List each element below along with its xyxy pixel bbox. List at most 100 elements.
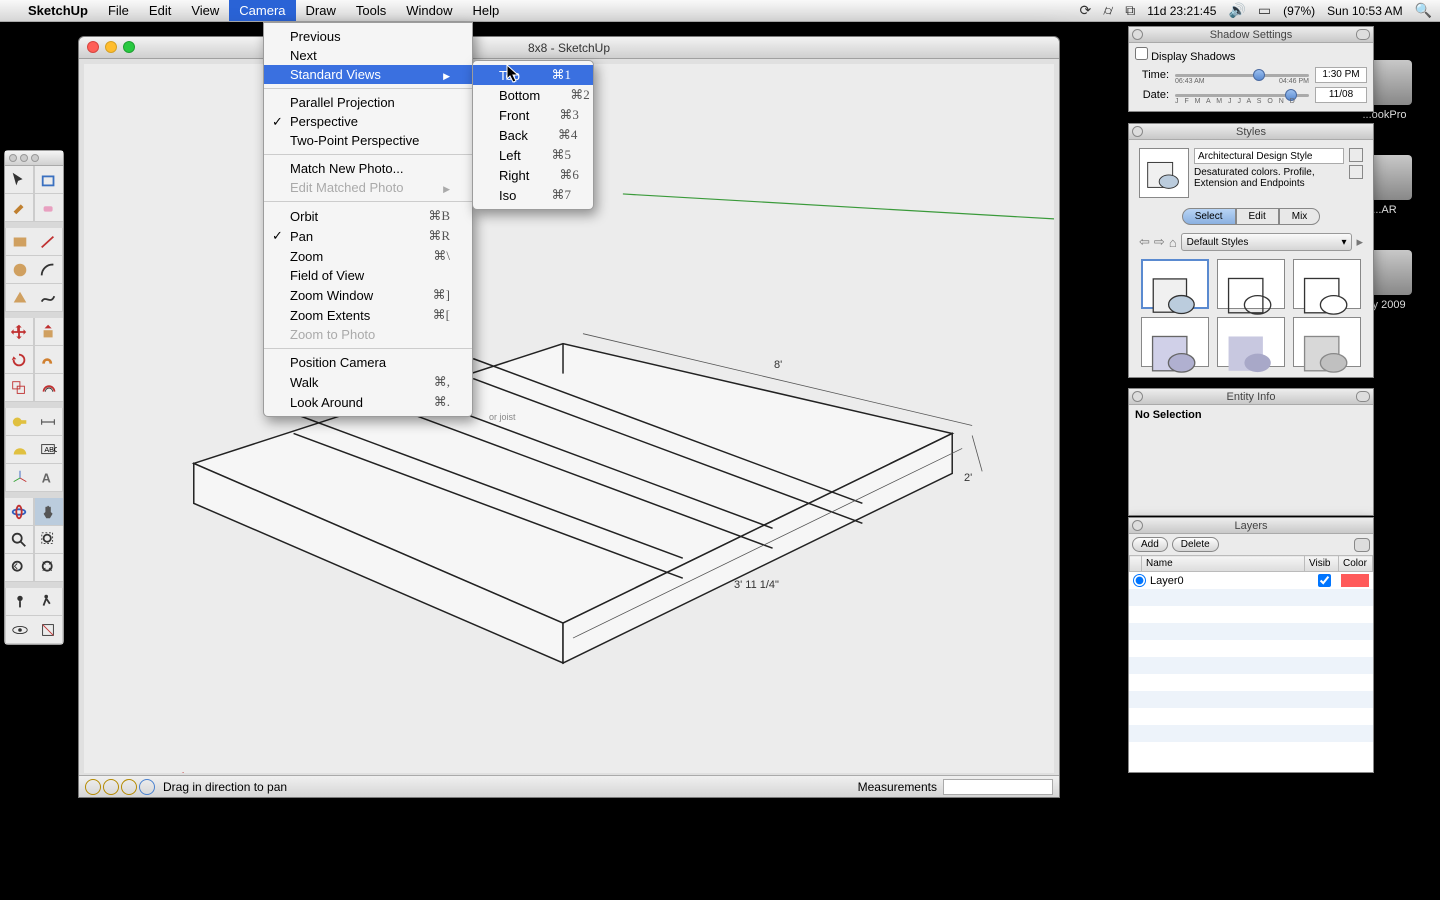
spotlight-icon[interactable]: 🔍: [1415, 2, 1432, 19]
position-camera-tool[interactable]: [5, 588, 34, 616]
offset-tool[interactable]: [34, 374, 63, 402]
pushpull-tool[interactable]: [34, 318, 63, 346]
line-tool[interactable]: [34, 228, 63, 256]
arc-tool[interactable]: [34, 256, 63, 284]
menu-item-zoom-extents[interactable]: Zoom Extents⌘[: [264, 305, 472, 325]
nav-fwd-icon[interactable]: ⇨: [1154, 234, 1165, 250]
submenu-item-iso[interactable]: Iso⌘7: [473, 185, 593, 205]
layer-visible-checkbox[interactable]: [1318, 574, 1331, 587]
select-tool[interactable]: [5, 166, 34, 194]
collapse-button[interactable]: [1132, 520, 1143, 531]
details-icon[interactable]: ▸: [1356, 234, 1363, 250]
orbit-tool[interactable]: [5, 498, 34, 526]
battery-icon[interactable]: ▭: [1258, 2, 1271, 19]
col-name[interactable]: Name: [1142, 556, 1305, 572]
menu-tools[interactable]: Tools: [346, 0, 396, 21]
tab-select[interactable]: Select: [1182, 208, 1236, 225]
3dtext-tool[interactable]: A: [34, 464, 63, 492]
protractor-tool[interactable]: [5, 436, 34, 464]
style-update-icon[interactable]: [1349, 165, 1363, 179]
collapse-button[interactable]: [1132, 391, 1143, 402]
freehand-tool[interactable]: [34, 284, 63, 312]
menu-item-parallel[interactable]: Parallel Projection: [264, 93, 472, 112]
dimension-tool[interactable]: [34, 408, 63, 436]
bluetooth-icon[interactable]: ⌭: [1103, 2, 1113, 19]
menu-item-match-photo[interactable]: Match New Photo...: [264, 159, 472, 178]
active-layer-radio[interactable]: [1133, 574, 1146, 587]
col-color[interactable]: Color: [1339, 556, 1373, 572]
layer-options-icon[interactable]: [1354, 538, 1370, 552]
collapse-button[interactable]: [1132, 29, 1143, 40]
zoom-window-tool[interactable]: [34, 526, 63, 554]
scale-tool[interactable]: [5, 374, 34, 402]
zoom-tool[interactable]: [5, 526, 34, 554]
shadow-settings-panel[interactable]: Shadow Settings Display Shadows Time: 06…: [1128, 26, 1374, 112]
eraser-tool[interactable]: [34, 194, 63, 222]
status-icon[interactable]: [85, 779, 101, 795]
delete-layer-button[interactable]: Delete: [1172, 537, 1219, 552]
style-thumb[interactable]: [1141, 259, 1209, 309]
app-name[interactable]: SketchUp: [18, 0, 98, 21]
rotate-tool[interactable]: [5, 346, 34, 374]
date-slider[interactable]: J F M A M J J A S O N D: [1175, 88, 1309, 102]
followme-tool[interactable]: [34, 346, 63, 374]
status-icon[interactable]: [103, 779, 119, 795]
menu-file[interactable]: File: [98, 0, 139, 21]
menu-help[interactable]: Help: [462, 0, 509, 21]
help-icon[interactable]: [139, 779, 155, 795]
measurements-input[interactable]: [943, 779, 1053, 795]
pan-tool[interactable]: [34, 498, 63, 526]
expand-toggle[interactable]: [1356, 391, 1370, 402]
menu-item-fov[interactable]: Field of View: [264, 266, 472, 285]
nav-back-icon[interactable]: ⇦: [1139, 234, 1150, 250]
style-name-input[interactable]: [1194, 148, 1344, 164]
walk-tool[interactable]: [34, 588, 63, 616]
menu-item-previous[interactable]: Previous: [264, 27, 472, 46]
style-thumb[interactable]: [1141, 317, 1209, 367]
tab-mix[interactable]: Mix: [1279, 208, 1321, 225]
tape-tool[interactable]: [5, 408, 34, 436]
layers-panel[interactable]: Layers Add Delete Name Visib Color Layer…: [1128, 517, 1374, 773]
menu-item-pan[interactable]: Pan⌘R: [264, 226, 472, 246]
move-tool[interactable]: [5, 318, 34, 346]
tool-palette[interactable]: ABC A: [4, 150, 64, 645]
paint-tool[interactable]: [5, 194, 34, 222]
menu-item-zoom-window[interactable]: Zoom Window⌘]: [264, 285, 472, 305]
sync-icon[interactable]: ⟳: [1080, 2, 1092, 19]
wifi-icon[interactable]: ⧉: [1125, 2, 1135, 19]
collapse-button[interactable]: [1132, 126, 1143, 137]
circle-tool[interactable]: [5, 256, 34, 284]
menu-item-position-camera[interactable]: Position Camera: [264, 353, 472, 372]
col-visible[interactable]: Visib: [1305, 556, 1339, 572]
section-tool[interactable]: [34, 616, 63, 644]
menu-view[interactable]: View: [181, 0, 229, 21]
display-shadows-checkbox[interactable]: [1135, 47, 1148, 60]
home-icon[interactable]: ⌂: [1169, 235, 1177, 250]
minimize-button[interactable]: [105, 41, 117, 53]
status-icon[interactable]: [121, 779, 137, 795]
axes-tool[interactable]: [5, 464, 34, 492]
submenu-item-bottom[interactable]: Bottom⌘2: [473, 85, 593, 105]
palette-titlebar[interactable]: [5, 151, 63, 166]
style-thumb[interactable]: [1293, 259, 1361, 309]
layer-color-swatch[interactable]: [1341, 574, 1369, 587]
menu-item-two-point[interactable]: Two-Point Perspective: [264, 131, 472, 150]
menu-camera[interactable]: Camera: [229, 0, 295, 21]
menu-window[interactable]: Window: [396, 0, 462, 21]
date-value[interactable]: 11/08: [1315, 87, 1367, 103]
collection-dropdown[interactable]: Default Styles▾: [1181, 233, 1353, 251]
layer-name[interactable]: Layer0: [1150, 575, 1308, 587]
style-thumb[interactable]: [1293, 317, 1361, 367]
component-tool[interactable]: [34, 166, 63, 194]
submenu-item-left[interactable]: Left⌘5: [473, 145, 593, 165]
zoom-extents-tool[interactable]: [34, 554, 63, 582]
time-slider[interactable]: 06:43 AM 04:46 PM: [1175, 68, 1309, 82]
polygon-tool[interactable]: [5, 284, 34, 312]
submenu-item-front[interactable]: Front⌘3: [473, 105, 593, 125]
expand-toggle[interactable]: [1356, 29, 1370, 40]
tab-edit[interactable]: Edit: [1236, 208, 1279, 225]
text-tool[interactable]: ABC: [34, 436, 63, 464]
volume-icon[interactable]: 🔊: [1228, 2, 1245, 19]
window-titlebar[interactable]: 8x8 - SketchUp: [79, 37, 1059, 59]
submenu-item-right[interactable]: Right⌘6: [473, 165, 593, 185]
